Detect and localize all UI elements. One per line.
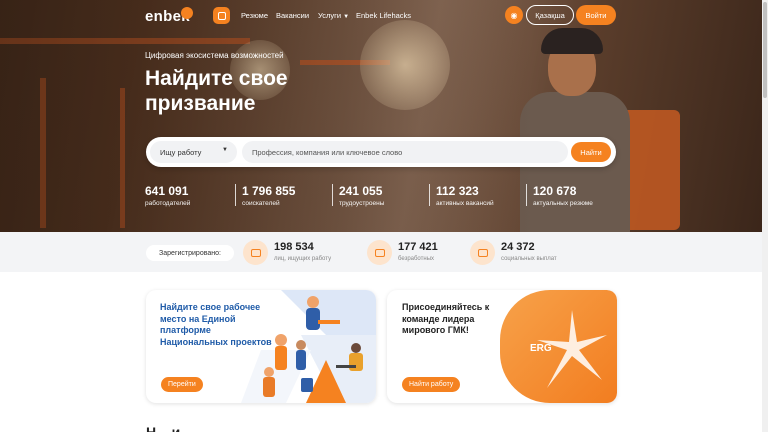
logo-accent-icon [181,7,193,19]
registered-caption: лиц, ищущих работу [274,256,332,262]
scrollbar-thumb[interactable] [763,2,767,98]
stat-value: 641 091 [145,184,189,198]
search-input[interactable] [242,141,568,163]
stat-label: актуальных резюме [533,200,593,207]
nav-link-resume[interactable]: Резюме [241,11,268,20]
stat-employed: 241 055 трудоустроены [339,184,384,207]
search-type-select[interactable]: Ищу работу ▼ [150,141,237,163]
language-button[interactable]: Қазақша [526,5,574,25]
nav-link-services[interactable]: Услуги ▼ [318,11,349,20]
promo-go-button[interactable]: Перейти [161,377,203,392]
hero-headline: Найдите свое призвание [145,67,288,115]
stat-value: 112 323 [436,184,479,198]
wallet-icon [470,240,495,265]
login-button[interactable]: Войти [576,5,616,25]
promo-title: Присоединяйтесь к команде лидера мировог… [402,302,490,335]
stat-value: 1 796 855 [242,184,296,198]
registered-value: 198 534 [274,241,314,253]
stat-label: соискателей [242,200,280,207]
registered-label: Зарегистрировано: [146,245,234,261]
hero-eyebrow: Цифровая экосистема возможностей [145,51,284,60]
stat-job-seekers: 1 796 855 соискателей [242,184,295,207]
stat-divider [429,184,430,206]
stat-value: 241 055 [339,184,383,198]
stat-active-vacancies: 112 323 активных вакансий [436,184,494,207]
people-icon [367,240,392,265]
nav-link-lifehacks[interactable]: Enbek Lifehacks [356,11,411,20]
promo-find-job-button[interactable]: Найти работу [402,377,461,392]
promo-title: Найдите свое рабочее место на Единой пла… [160,302,272,347]
erg-logo: ERG [530,343,552,354]
stat-label: работодателей [145,200,191,207]
promo-card-erg[interactable]: ERG Присоединяйтесь к команде лидера мир… [387,290,617,403]
search-button[interactable]: Найти [571,142,611,162]
nav-link-vacancies[interactable]: Вакансии [276,11,309,20]
stat-divider [332,184,333,206]
registered-value: 24 372 [501,241,535,253]
stat-divider [526,184,527,206]
stat-label: трудоустроены [339,200,385,207]
registered-caption: социальных выплат [501,256,557,262]
stat-employers: 641 091 работодателей [145,184,190,207]
promo-card-national-projects[interactable]: Найдите свое рабочее место на Единой пла… [146,290,376,403]
registered-caption: безработных [398,256,435,262]
chevron-down-icon: ▼ [343,14,350,20]
stat-value: 120 678 [533,184,577,198]
grid-icon[interactable] [213,7,230,24]
search-bar: Ищу работу ▼ Найти [146,137,616,167]
eye-icon[interactable]: ◉ [505,6,523,24]
search-type-label: Ищу работу [160,147,202,157]
stat-divider [235,184,236,206]
top-navigation: enbek Резюме Вакансии Услуги ▼ Enbek Life… [0,0,762,30]
briefcase-icon [243,240,268,265]
stat-active-resumes: 120 678 актуальных резюме [533,184,593,207]
stat-label: активных вакансий [436,200,494,207]
chevron-down-icon: ▼ [222,147,228,153]
registered-value: 177 421 [398,241,438,253]
section-heading: Н... и... [146,424,192,432]
nav-link-services-label: Услуги [318,11,342,20]
